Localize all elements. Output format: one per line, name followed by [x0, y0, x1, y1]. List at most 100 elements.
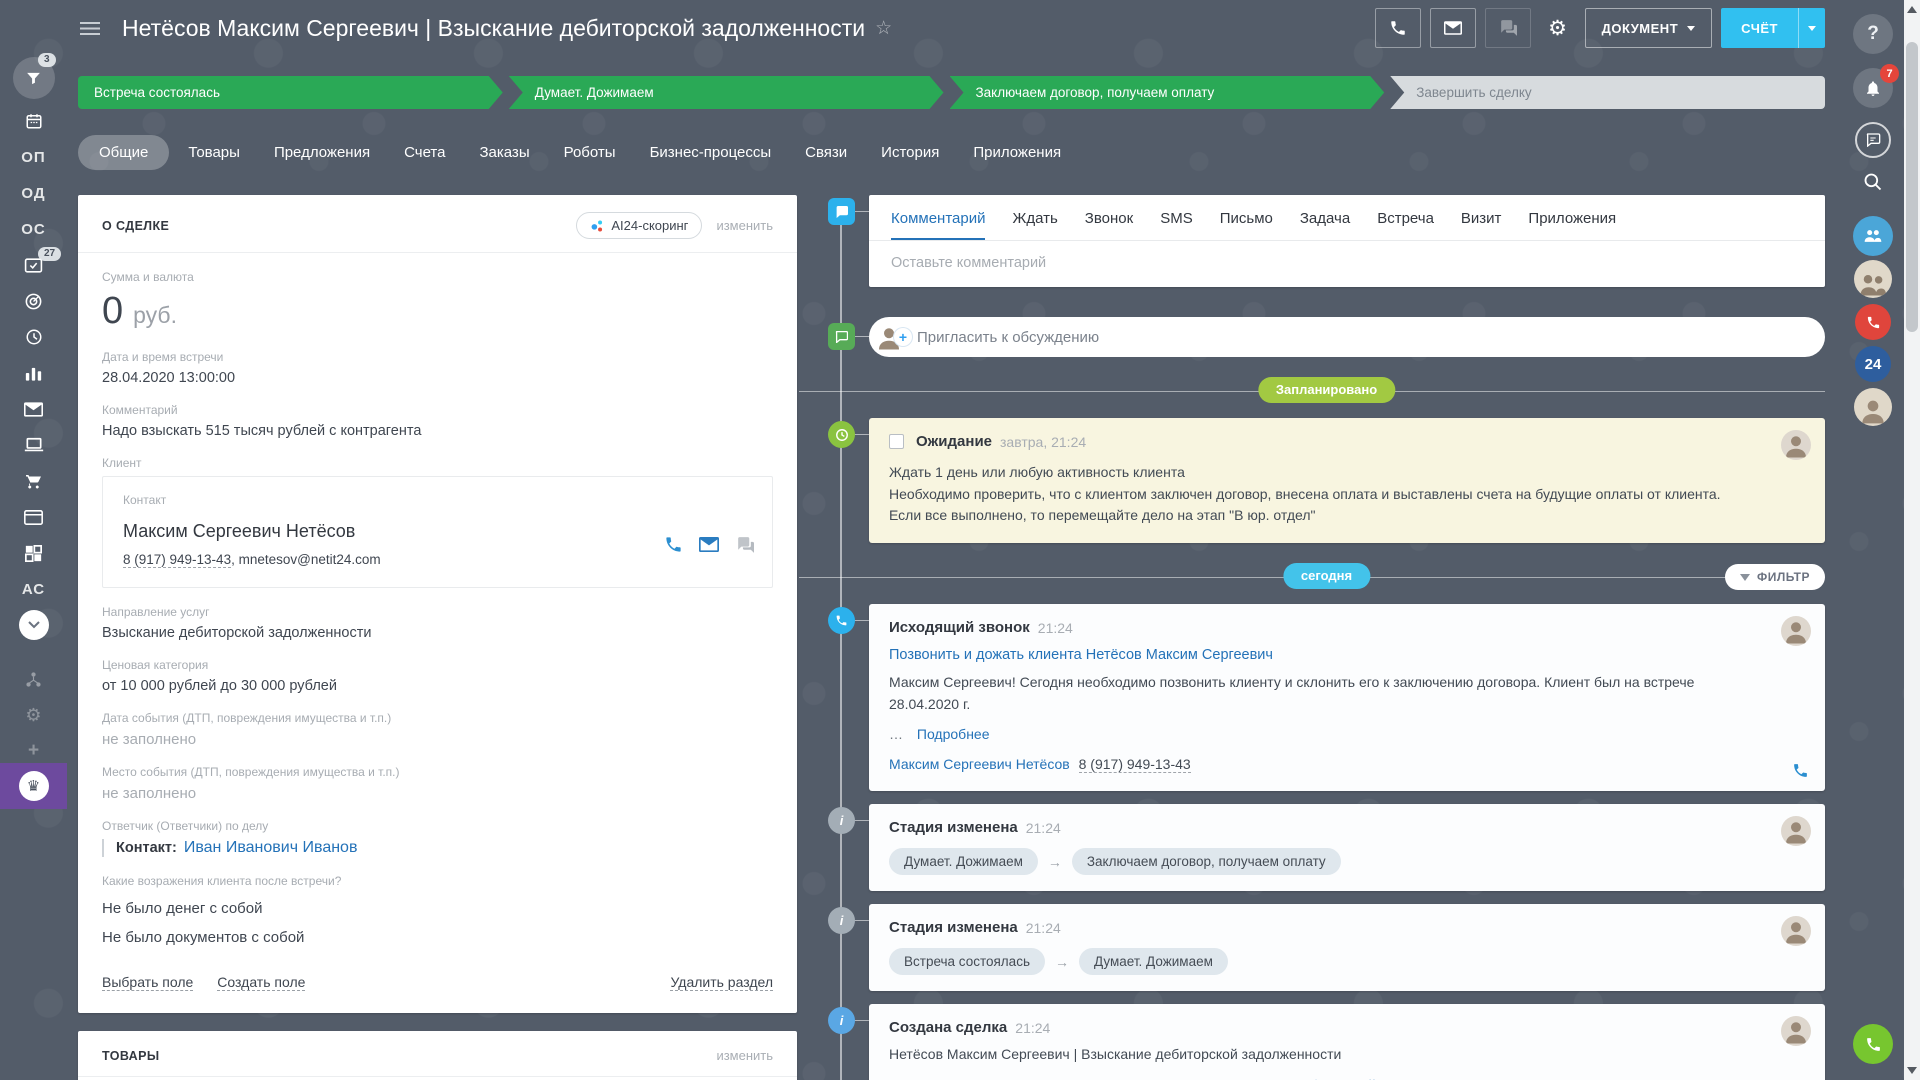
invoice-dropdown-button[interactable]: [1798, 8, 1825, 48]
tab-visit[interactable]: Визит: [1461, 210, 1502, 240]
invoice-button[interactable]: СЧЁТ: [1721, 8, 1825, 48]
sidebar-item-crm-funnel[interactable]: 3: [0, 56, 67, 100]
sidebar-item-ac[interactable]: АС: [0, 574, 67, 604]
sidebar-item-op[interactable]: ОП: [0, 142, 67, 172]
objection-value[interactable]: Не было денег с собой: [102, 900, 773, 917]
call-button[interactable]: [1375, 8, 1421, 48]
edit-deal-link[interactable]: изменить: [716, 218, 773, 233]
scrollbar-thumb[interactable]: [1906, 42, 1918, 332]
help-button[interactable]: ?: [1853, 14, 1893, 54]
tab-task[interactable]: Задача: [1300, 210, 1350, 240]
ai-scoring-button[interactable]: AI24-скоринг: [576, 212, 702, 239]
stage-contract[interactable]: Заключаем договор, получаем оплату: [950, 76, 1385, 109]
sidebar-more-button[interactable]: [0, 610, 67, 640]
call-phone-number[interactable]: 8 (917) 949-13-43: [1079, 756, 1191, 773]
search-button[interactable]: [1863, 172, 1883, 192]
create-field-link[interactable]: Создать поле: [217, 974, 305, 991]
sidebar-item-od[interactable]: ОД: [0, 178, 67, 208]
favorite-star-icon[interactable]: ☆: [875, 17, 892, 40]
sidebar-item-market[interactable]: ♛: [0, 763, 67, 809]
edit-products-link[interactable]: изменить: [716, 1048, 773, 1063]
tab-apps[interactable]: Приложения: [958, 135, 1076, 170]
sidebar-settings-button[interactable]: ⚙: [0, 700, 67, 730]
tab-meeting[interactable]: Встреча: [1377, 210, 1434, 240]
field-value[interactable]: Взыскание дебиторской задолженности: [102, 625, 773, 641]
complete-checkbox[interactable]: [889, 434, 904, 449]
chat-avatar[interactable]: [1854, 260, 1892, 298]
bitrix24-chat-avatar[interactable]: 24: [1855, 346, 1891, 382]
stage-close-deal[interactable]: Завершить сделку: [1390, 76, 1825, 109]
comment-input[interactable]: Оставьте комментарий: [869, 241, 1825, 287]
sidebar-item-network[interactable]: [0, 664, 67, 694]
call-activity-link[interactable]: Позвонить и дожать клиента Нетёсов Макси…: [889, 647, 1273, 663]
messenger-button[interactable]: [1855, 122, 1891, 158]
contact-phone-link[interactable]: 8 (917) 949-13-43: [123, 552, 231, 568]
tab-wait[interactable]: Ждать: [1012, 210, 1057, 240]
tab-call[interactable]: Звонок: [1085, 210, 1133, 240]
field-comment: Комментарий Надо взыскать 515 тысяч рубл…: [78, 386, 797, 439]
hamburger-menu-icon[interactable]: [80, 22, 100, 35]
delete-section-link[interactable]: Удалить раздел: [670, 974, 773, 991]
tab-bizproc[interactable]: Бизнес-процессы: [635, 135, 787, 170]
tab-orders[interactable]: Заказы: [464, 135, 544, 170]
tab-robots[interactable]: Роботы: [549, 135, 631, 170]
sidebar-item-time[interactable]: [0, 322, 67, 352]
add-participant-icon[interactable]: +: [894, 328, 912, 346]
callback-icon[interactable]: [1792, 762, 1809, 779]
invite-to-discussion-input[interactable]: + Пригласить к обсуждению: [869, 317, 1825, 357]
scroll-up-arrow[interactable]: [1907, 6, 1917, 13]
select-field-link[interactable]: Выбрать поле: [102, 974, 193, 991]
contact-name-link[interactable]: Максим Сергеевич Нетёсов: [123, 521, 752, 542]
quick-call-button[interactable]: [1853, 1024, 1893, 1064]
contact-email-icon[interactable]: [699, 537, 719, 552]
call-contact-link[interactable]: Максим Сергеевич Нетёсов: [889, 756, 1070, 772]
telephony-button[interactable]: [1855, 304, 1891, 340]
sidebar-item-tasks[interactable]: 27: [0, 250, 67, 280]
user-chat-avatar[interactable]: [1854, 388, 1892, 426]
objection-value[interactable]: Не было документов с собой: [102, 929, 773, 946]
sidebar-item-mail[interactable]: [0, 394, 67, 424]
group-chat-avatar[interactable]: [1853, 216, 1893, 256]
tab-history[interactable]: История: [866, 135, 954, 170]
more-link[interactable]: Подробнее: [917, 726, 990, 742]
field-value[interactable]: Надо взыскать 515 тысяч рублей с контраг…: [102, 423, 773, 439]
tab-links[interactable]: Связи: [790, 135, 862, 170]
defendant-name-link[interactable]: Иван Иванович Иванов: [184, 839, 358, 857]
tab-comment[interactable]: Комментарий: [891, 210, 985, 240]
sidebar-item-reports[interactable]: [0, 358, 67, 388]
field-value[interactable]: от 10 000 рублей до 30 000 рублей: [102, 678, 773, 694]
stage-meeting-held[interactable]: Встреча состоялась: [78, 76, 503, 109]
field-value[interactable]: 28.04.2020 13:00:00: [102, 370, 773, 386]
sidebar-item-crm-target[interactable]: [0, 286, 67, 316]
sidebar-item-calendar[interactable]: [0, 106, 67, 136]
contact-chat-icon[interactable]: [735, 537, 754, 553]
tab-invoices[interactable]: Счета: [389, 135, 460, 170]
contact-call-icon[interactable]: [664, 535, 683, 554]
sidebar-item-sites[interactable]: [0, 502, 67, 532]
tab-applications[interactable]: Приложения: [1528, 210, 1616, 240]
deal-sum-value[interactable]: 0: [102, 290, 123, 333]
tab-general[interactable]: Общие: [78, 135, 169, 170]
sidebar-item-shop[interactable]: [0, 466, 67, 496]
sidebar-item-workspace[interactable]: [0, 430, 67, 460]
page-scrollbar[interactable]: [1904, 0, 1920, 1080]
scroll-down-arrow[interactable]: [1907, 1067, 1917, 1074]
sidebar-add-button[interactable]: +: [0, 736, 67, 766]
sidebar-item-os[interactable]: ОС: [0, 214, 67, 244]
tab-products[interactable]: Товары: [173, 135, 255, 170]
stage-thinking[interactable]: Думает. Дожимаем: [509, 76, 944, 109]
filter-button[interactable]: ФИЛЬТР: [1725, 564, 1825, 590]
settings-button[interactable]: ⚙: [1540, 8, 1576, 48]
document-button[interactable]: ДОКУМЕНТ: [1585, 8, 1713, 48]
notifications-button[interactable]: 7: [1853, 68, 1893, 108]
chat-button[interactable]: [1485, 8, 1531, 48]
tab-sms[interactable]: SMS: [1160, 210, 1193, 240]
sidebar-item-apps[interactable]: [0, 538, 67, 568]
field-value-empty[interactable]: не заполнено: [102, 785, 773, 802]
tab-quotes[interactable]: Предложения: [259, 135, 385, 170]
tab-letter[interactable]: Письмо: [1220, 210, 1273, 240]
email-button[interactable]: [1430, 8, 1476, 48]
field-value-empty[interactable]: не заполнено: [102, 731, 773, 748]
contact-email[interactable]: mnetesov@netit24.com: [239, 552, 381, 567]
field-service-direction: Направление услуг Взыскание дебиторской …: [78, 588, 797, 641]
